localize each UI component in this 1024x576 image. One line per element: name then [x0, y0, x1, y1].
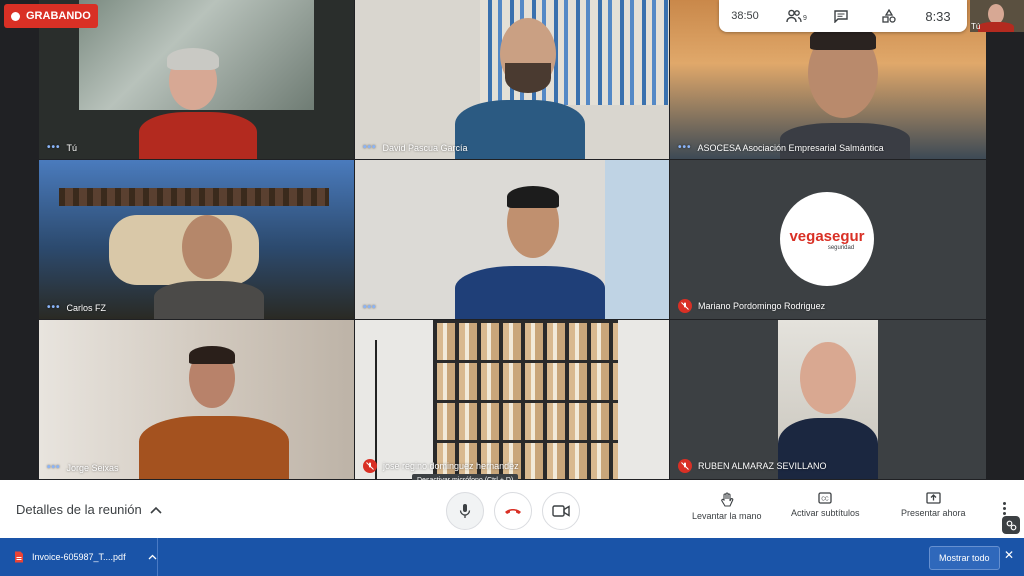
record-dot-icon	[11, 11, 20, 21]
present-screen-icon	[926, 492, 941, 504]
hand-icon	[721, 492, 734, 507]
captions-button[interactable]: CC Activar subtítulos	[791, 492, 860, 518]
download-filename: Invoice-605987_T....pdf	[32, 552, 126, 562]
participant-figure	[154, 215, 264, 319]
download-item[interactable]: Invoice-605987_T....pdf	[0, 538, 158, 576]
link-icon	[1006, 520, 1016, 530]
chat-button[interactable]	[817, 9, 865, 23]
participant-name: RUBEN ALMARAZ SEVILLANO	[678, 459, 827, 473]
video-tile-jose[interactable]: jose regino dominguez hernandez	[355, 320, 669, 479]
pergola	[59, 188, 329, 206]
participant-name: ••• Tú	[47, 142, 78, 153]
meeting-details-button[interactable]: Detalles de la reunión	[16, 502, 162, 517]
camera-button[interactable]	[542, 492, 580, 530]
participant-name: Mariano Pordomingo Rodriguez	[678, 299, 825, 313]
audio-dots-icon: •••	[47, 462, 61, 473]
svg-text:CC: CC	[822, 497, 830, 503]
show-all-downloads-button[interactable]: Mostrar todo	[929, 546, 1000, 570]
clock: 8:33	[925, 8, 951, 24]
audio-dots-icon: •••	[47, 142, 61, 153]
bookcase	[433, 320, 618, 479]
participants-count-badge: 9	[803, 15, 807, 22]
people-icon	[786, 9, 802, 23]
leave-call-button[interactable]	[494, 492, 532, 530]
self-view-thumbnail[interactable]: Tú	[970, 0, 1024, 32]
participant-name: ••• ASOCESA Asociación Empresarial Salmán…	[678, 142, 884, 153]
logo-wordmark: vegasegur	[789, 227, 865, 245]
close-icon[interactable]: ✕	[1004, 548, 1014, 562]
mic-off-icon	[678, 299, 692, 313]
mic-off-icon	[678, 459, 692, 473]
chevron-up-icon[interactable]	[148, 554, 157, 560]
activities-button[interactable]	[865, 9, 913, 23]
download-bar: Invoice-605987_T....pdf Mostrar todo ✕	[0, 538, 1024, 576]
video-tile-jorge[interactable]: ••• Jorge Seixas	[39, 320, 354, 479]
participant-name: jose regino dominguez hernandez	[363, 459, 519, 473]
phone-hangup-icon	[505, 509, 521, 514]
present-now-button[interactable]: Presentar ahora	[901, 492, 966, 518]
more-vert-icon	[1002, 502, 1006, 515]
window	[605, 160, 669, 319]
audio-dots-icon: •••	[363, 142, 377, 153]
pdf-file-icon	[15, 551, 23, 563]
video-camera-icon	[552, 505, 570, 517]
meeting-info-bar: 38:50 9 8:33	[719, 0, 967, 32]
mic-off-icon	[363, 459, 377, 473]
participant-figure	[780, 26, 910, 159]
participants-button[interactable]: 9	[771, 9, 817, 23]
mic-icon	[459, 504, 471, 518]
portrait-video	[778, 320, 878, 479]
raise-hand-label: Levantar la mano	[692, 511, 762, 521]
more-options-button[interactable]	[1001, 502, 1007, 515]
raise-hand-button[interactable]: Levantar la mano	[692, 492, 762, 521]
meeting-details-label: Detalles de la reunión	[16, 502, 142, 517]
participant-name: ••• David Pascua García	[363, 142, 468, 153]
audio-dots-icon: •••	[363, 302, 377, 313]
video-tile-unnamed[interactable]: •••	[355, 160, 669, 319]
microphone-button[interactable]	[446, 492, 484, 530]
self-label: Tú	[971, 22, 981, 31]
vegasegur-logo: vegasegur seguridad	[780, 192, 874, 286]
shapes-icon	[882, 9, 896, 23]
video-tile-david[interactable]: ••• David Pascua García	[355, 0, 669, 159]
chevron-up-icon	[150, 506, 162, 514]
recording-indicator: GRABANDO	[4, 4, 98, 28]
participant-name: ••• Jorge Seixas	[47, 462, 119, 473]
video-tile-carlos[interactable]: ••• Carlos FZ	[39, 160, 354, 319]
audio-dots-icon: •••	[678, 142, 692, 153]
participant-name: ••• Carlos FZ	[47, 302, 107, 313]
participant-figure	[455, 18, 585, 159]
elapsed-time: 38:50	[731, 10, 759, 22]
extension-button[interactable]	[1002, 516, 1020, 534]
video-tile-ruben[interactable]: RUBEN ALMARAZ SEVILLANO	[670, 320, 986, 479]
video-tile-mariano[interactable]: vegasegur seguridad Mariano Pordomingo R…	[670, 160, 986, 319]
participant-figure	[139, 346, 289, 479]
captions-label: Activar subtítulos	[791, 508, 860, 518]
participant-figure	[139, 48, 259, 159]
present-now-label: Presentar ahora	[901, 508, 966, 518]
chat-icon	[834, 9, 848, 23]
cc-icon: CC	[818, 492, 832, 504]
audio-dots-icon: •••	[47, 302, 61, 313]
control-bar: Detalles de la reunión Levantar la mano …	[0, 480, 1024, 538]
logo-subtitle: seguridad	[827, 244, 855, 251]
participant-figure	[455, 186, 605, 319]
participant-name: •••	[363, 302, 383, 313]
